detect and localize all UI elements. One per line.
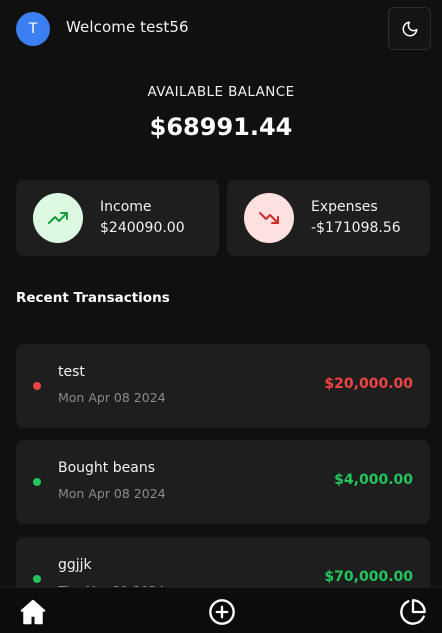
income-icon-circle	[33, 193, 83, 243]
recent-transactions-title: Recent Transactions	[16, 290, 170, 306]
transaction-date: Mon Apr 08 2024	[58, 390, 166, 405]
balance-value: $68991.44	[149, 113, 293, 141]
expenses-card[interactable]: Expenses -$171098.56	[227, 180, 430, 256]
trending-up-icon	[48, 212, 68, 224]
balance-label: AVAILABLE BALANCE	[147, 84, 295, 100]
header: T Welcome test56	[0, 0, 442, 58]
nav-add-button[interactable]	[206, 596, 238, 628]
add-circle-icon	[209, 599, 235, 625]
bottom-nav	[0, 587, 442, 633]
app-root: T Welcome test56 AVAILABLE BALANCE $6899…	[0, 0, 442, 633]
transaction-item[interactable]: test Mon Apr 08 2024 $20,000.00	[16, 344, 430, 428]
transaction-date: Mon Apr 08 2024	[58, 486, 166, 501]
expense-dot	[33, 382, 41, 390]
transaction-name: ggjjk	[58, 557, 92, 573]
trending-down-icon	[259, 212, 279, 224]
transaction-name: test	[58, 364, 85, 380]
avatar[interactable]: T	[16, 12, 50, 46]
income-card[interactable]: Income $240090.00	[16, 180, 219, 256]
nav-home-button[interactable]	[17, 596, 49, 628]
pie-chart-icon	[400, 599, 426, 625]
income-dot	[33, 575, 41, 583]
income-title: Income	[100, 199, 152, 215]
home-icon	[20, 599, 46, 625]
transaction-amount: $4,000.00	[334, 472, 413, 488]
nav-stats-button[interactable]	[397, 596, 429, 628]
transaction-item[interactable]: Bought beans Mon Apr 08 2024 $4,000.00	[16, 440, 430, 524]
moon-icon	[402, 21, 417, 36]
transaction-name: Bought beans	[58, 460, 155, 476]
income-dot	[33, 478, 41, 486]
transaction-amount: $20,000.00	[324, 376, 413, 392]
expenses-icon-circle	[244, 193, 294, 243]
income-value: $240090.00	[100, 220, 185, 236]
theme-toggle-button[interactable]	[388, 7, 431, 50]
expenses-title: Expenses	[311, 199, 378, 215]
welcome-text: Welcome test56	[66, 18, 189, 36]
expenses-value: -$171098.56	[311, 220, 401, 236]
transaction-amount: $70,000.00	[324, 569, 413, 585]
